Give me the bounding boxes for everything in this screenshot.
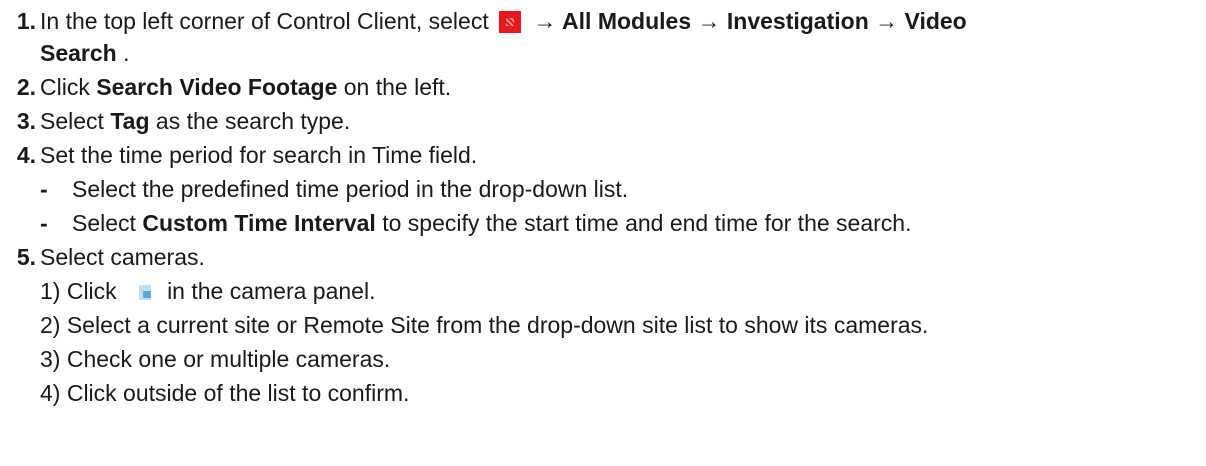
step-number: 4. — [16, 142, 36, 168]
instruction-document: 1. In the top left corner of Control Cli… — [0, 0, 1206, 466]
ui-term: Search Video Footage — [96, 74, 338, 100]
step-text: In the top left corner of Control Client… — [40, 8, 496, 34]
bullet-dash: - — [40, 210, 48, 236]
step-number: 5. — [16, 244, 36, 270]
menu-icon — [499, 11, 522, 33]
menu-path-end: Search — [40, 40, 117, 66]
step-number: 3. — [16, 108, 36, 134]
bullet-dash: - — [40, 176, 48, 202]
ui-term: Custom Time Interval — [142, 210, 376, 236]
step-number: 1. — [16, 8, 36, 34]
menu-path: → All Modules → Investigation → Video — [527, 8, 967, 34]
camera-add-icon — [137, 284, 153, 302]
ui-term: Tag — [110, 108, 150, 134]
step-number: 2. — [16, 74, 36, 100]
